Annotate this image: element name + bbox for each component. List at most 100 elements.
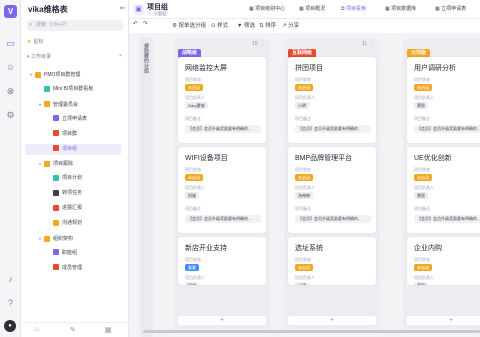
person-tag: 黄智 bbox=[414, 192, 428, 199]
status-badge: 未启动 bbox=[414, 84, 432, 91]
sidebar-node[interactable]: 成员管理 bbox=[21, 263, 125, 274]
invite-icon[interactable]: ✎ bbox=[70, 326, 76, 334]
card-title: UE优化创新 bbox=[414, 155, 452, 162]
workbench-icon[interactable]: ▭ bbox=[5, 38, 16, 49]
card-title: 网络监控大屏 bbox=[185, 65, 227, 72]
style-button[interactable]: ⊙ 样式 bbox=[211, 21, 228, 29]
template-center-icon[interactable]: ▦ bbox=[105, 326, 112, 334]
sidebar: vika维格表 ⇤ ⌕ 搜索（Ctrl+P） ★ 星标 ▾ 工作目录 + ▾ PMO项… bbox=[21, 0, 129, 337]
workspace-title[interactable]: vika维格表 bbox=[28, 4, 68, 15]
sidebar-node-label: 成员管理 bbox=[62, 264, 83, 271]
group-button[interactable]: ⚙ 按单选分组 bbox=[172, 21, 206, 29]
sidebar-node[interactable]: 进展汇报 bbox=[21, 203, 125, 214]
sidebar-node[interactable]: 项目组 bbox=[25, 143, 121, 155]
view-tab-label: 项目概况 bbox=[305, 6, 326, 12]
view-tab[interactable]: ⧉ 项目看板 bbox=[339, 3, 368, 16]
hidden-groups-column[interactable]: 被隐藏的分组 bbox=[140, 37, 153, 337]
memo-value: 【会员】会员升级奖励要有明确的... bbox=[185, 125, 261, 133]
view-tab[interactable]: ▦ 项目概况 bbox=[297, 3, 327, 16]
add-node-icon[interactable]: + bbox=[119, 53, 122, 59]
memo-value: 【会员】会员升级奖励要有明确的... bbox=[295, 125, 371, 133]
sidebar-node-label: 职能组 bbox=[62, 249, 78, 256]
filter-button[interactable]: ▼ 筛选 bbox=[237, 21, 255, 29]
sidebar-node[interactable]: ▾ PMO项目群管理 bbox=[21, 69, 125, 80]
trash-icon[interactable]: ⌂ bbox=[35, 326, 39, 333]
redo-icon[interactable]: ↷ bbox=[143, 21, 148, 27]
subtitle-tag: 只看板 bbox=[152, 11, 169, 16]
record-card[interactable]: 选址系统项目状态未启动项目负责人小明项目备注【会员】会员升级奖励要有明确的... bbox=[288, 237, 376, 285]
view-tab[interactable]: ▦ 项目数据库 bbox=[383, 3, 418, 16]
sidebar-node-label: 项目群 bbox=[62, 130, 78, 137]
sidebar-node[interactable]: 立项申请表 bbox=[21, 114, 125, 125]
column-header[interactable]: 互联网级 bbox=[288, 41, 317, 58]
sort-button[interactable]: ⇅ 排序 bbox=[259, 21, 276, 29]
sidebar-node[interactable]: Mini BI项目群看板 bbox=[21, 84, 125, 95]
members-icon[interactable]: ☺ bbox=[5, 62, 16, 73]
field-label-person: 项目负责人 bbox=[185, 95, 205, 100]
field-label-status: 项目状态 bbox=[185, 77, 201, 82]
column-header[interactable]: 战略级 bbox=[178, 41, 202, 58]
column-header[interactable]: 公司级 bbox=[407, 41, 431, 58]
catalog-section[interactable]: ▾ 工作目录 + bbox=[27, 53, 122, 60]
more-icon[interactable]: ⋮ bbox=[260, 41, 265, 47]
icon-rail: V ▭ ☺ ⊗ ⚙ ♪ ? ● bbox=[0, 0, 21, 337]
record-card[interactable]: BMP品牌管理平台 项目状态 未启动 项目负责人 洛神赫 项目备注 【会员】会员升级奖励要有… bbox=[288, 147, 376, 233]
record-card[interactable]: 企业内购项目状态未启动项目负责人黄智 bbox=[407, 237, 480, 285]
help-icon[interactable]: ? bbox=[5, 298, 16, 309]
sidebar-node[interactable]: ▾ 组织架构 bbox=[21, 233, 125, 244]
add-record-button[interactable]: + bbox=[288, 316, 376, 325]
view-toolbar: ↶ ↷ ⚙ 按单选分组 ⊙ 样式 ▼ 筛选 ⇅ 排序 ↗ 分享 bbox=[129, 19, 480, 33]
datasheet-header: ▣ 项目组 ⓘ 只看板 ▦ 项目级别中心 ▦ 项目概况 ⧉ 项目看板 ▦ 项目数据库 ▦… bbox=[129, 0, 480, 19]
avatar[interactable]: ● bbox=[4, 320, 16, 332]
add-record-button[interactable]: + bbox=[407, 316, 480, 325]
horizontal-scrollbar[interactable] bbox=[143, 330, 480, 333]
record-card[interactable]: 用户调研分析 项目状态 未启动 项目负责人 黄智 项目备注 【会员】会员升级奖励要有明确的.… bbox=[407, 57, 480, 143]
sidebar-node[interactable]: 沟通规划 bbox=[21, 218, 125, 229]
add-record-button[interactable]: + bbox=[178, 316, 266, 325]
sidebar-node-label: 组织架构 bbox=[53, 235, 74, 242]
record-card[interactable]: 新店开业支持项目状态重要项目负责人阳顺 bbox=[178, 237, 266, 285]
view-tab-label: 项目级别中心 bbox=[255, 6, 286, 12]
field-label-person: 项目负责人 bbox=[295, 275, 315, 280]
sidebar-node[interactable]: 职能组 bbox=[21, 248, 125, 259]
settings-icon[interactable]: ⚙ bbox=[5, 110, 16, 121]
card-title: BMP品牌管理平台 bbox=[295, 155, 353, 162]
field-label-person: 项目负责人 bbox=[414, 185, 434, 190]
datasheet-subtitle: ⓘ 只看板 bbox=[147, 11, 169, 16]
record-card[interactable]: WIFI设备项目 项目状态 未启动 项目负责人 阳顺 项目备注 【会员】会员升级奖励要有明确… bbox=[178, 147, 266, 233]
collapse-sidebar-icon[interactable]: ⇤ bbox=[120, 4, 126, 12]
share-button[interactable]: ↗ 分享 bbox=[282, 21, 299, 29]
sidebar-footer: ⌂ ✎ ▦ bbox=[21, 322, 129, 337]
folder-icon bbox=[44, 101, 50, 108]
sidebar-node-label: 管理委员会 bbox=[53, 101, 79, 108]
view-tab-label: 项目看板 bbox=[345, 6, 366, 12]
field-label-memo: 项目备注 bbox=[414, 116, 430, 121]
view-tab[interactable]: ▦ 立项申请表 bbox=[433, 3, 468, 16]
vika-logo-icon[interactable]: V bbox=[4, 5, 17, 18]
record-card[interactable]: UE优化创新 项目状态 未启动 项目负责人 黄智 项目备注 【会员】会员升级奖励要有明确的.… bbox=[407, 147, 480, 233]
kanban-column: 公司级⋮用户调研分析项目状态未启动项目负责人黄智项目备注【会员】会员升级奖励要有… bbox=[403, 39, 480, 329]
sidebar-node[interactable]: 项目群 bbox=[21, 129, 125, 140]
field-label-person: 项目负责人 bbox=[295, 185, 315, 190]
search-input[interactable]: ⌕ 搜索（Ctrl+P） bbox=[27, 20, 123, 31]
status-badge: 未启动 bbox=[295, 84, 313, 91]
starred-section[interactable]: ★ 星标 bbox=[27, 38, 44, 45]
record-card[interactable]: 网络监控大屏 项目状态 未启动 项目负责人 Gary董铖 项目备注 【会员】会员升级奖励要有… bbox=[178, 57, 266, 143]
template-icon[interactable]: ⊗ bbox=[5, 86, 16, 97]
more-icon[interactable]: ⋮ bbox=[370, 41, 375, 47]
sidebar-node[interactable]: 转项任务 bbox=[21, 188, 125, 199]
sidebar-node[interactable]: ▾ 项目跟踪 bbox=[21, 158, 125, 169]
view-tab[interactable]: ▦ 项目级别中心 bbox=[247, 3, 287, 16]
sidebar-node[interactable]: 项目计划 bbox=[21, 173, 125, 184]
sidebar-node-label: 立项申请表 bbox=[62, 115, 88, 122]
field-label-memo: 项目备注 bbox=[295, 116, 311, 121]
search-placeholder: 搜索（Ctrl+P） bbox=[36, 22, 71, 28]
record-card[interactable]: 拼团项目 项目状态 未启动 项目负责人 小明 项目备注 【会员】会员升级奖励要有明确的... bbox=[288, 57, 376, 143]
notification-icon[interactable]: ♪ bbox=[5, 274, 16, 285]
datasheet-icon bbox=[53, 130, 59, 137]
person-tag: 阳顺 bbox=[185, 282, 199, 285]
field-label-person: 项目负责人 bbox=[414, 275, 434, 280]
sidebar-node[interactable]: ▾ 管理委员会 bbox=[21, 99, 125, 110]
undo-icon[interactable]: ↶ bbox=[133, 21, 138, 27]
status-badge: 未启动 bbox=[295, 174, 313, 181]
